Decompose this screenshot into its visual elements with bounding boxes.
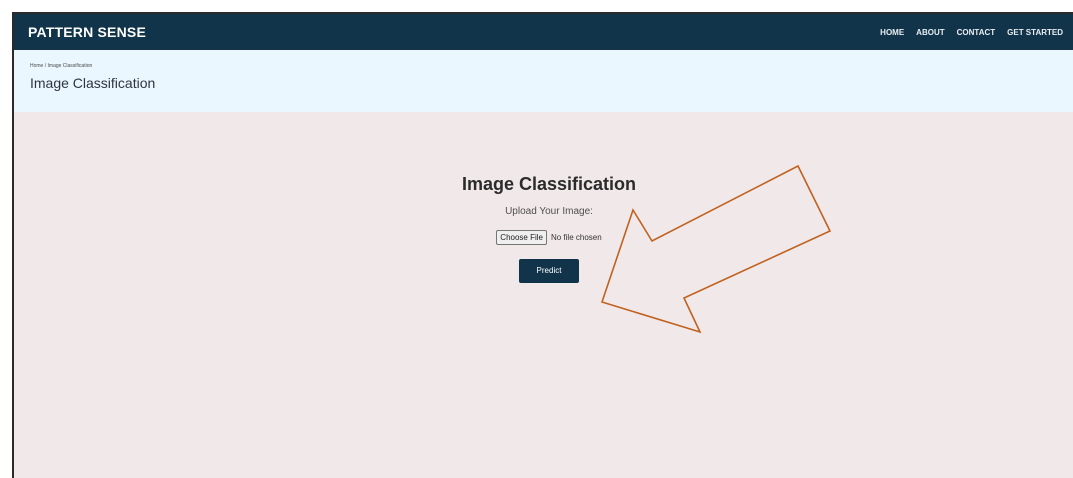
predict-button[interactable]: Predict (519, 259, 579, 283)
breadcrumb-home-link[interactable]: Home (30, 63, 43, 69)
nav-about-link[interactable]: ABOUT (916, 28, 944, 37)
page-title: Image Classification (30, 75, 156, 91)
browser-viewport: PATTERN SENSE HOME ABOUT CONTACT GET STA… (12, 12, 1073, 478)
breadcrumb-current: Image Classification (47, 63, 93, 69)
brand-logo[interactable]: PATTERN SENSE (28, 24, 146, 40)
file-status-text: No file chosen (550, 233, 602, 242)
breadcrumb-section: Home / Image Classification Image Classi… (14, 50, 1073, 112)
upload-label: Upload Your Image: (505, 206, 593, 217)
breadcrumb: Home / Image Classification (30, 63, 1073, 69)
main-content: Image Classification Upload Your Image: … (14, 112, 1073, 478)
form-title: Image Classification (461, 174, 637, 194)
top-navbar: PATTERN SENSE HOME ABOUT CONTACT GET STA… (14, 14, 1073, 50)
nav-home-link[interactable]: HOME (880, 28, 904, 37)
file-input[interactable]: Choose File No file chosen (434, 230, 664, 245)
nav-get-started-link[interactable]: GET STARTED (1007, 28, 1063, 37)
nav-contact-link[interactable]: CONTACT (957, 28, 996, 37)
nav-links: HOME ABOUT CONTACT GET STARTED (880, 28, 1063, 37)
upload-form: Image Classification Upload Your Image: … (434, 174, 664, 283)
choose-file-button[interactable]: Choose File (496, 230, 547, 245)
